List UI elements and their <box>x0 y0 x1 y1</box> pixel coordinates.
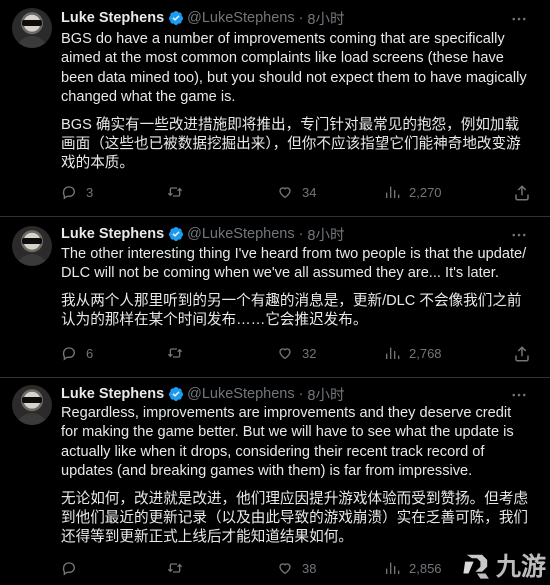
tweet-header: Luke Stephens @LukeStephens · 8小时 <box>61 224 345 244</box>
tweet-text-english: BGS do have a number of improvements com… <box>61 31 527 106</box>
verified-badge-icon <box>169 11 184 25</box>
reply-icon <box>62 347 75 361</box>
tweet-text-translation: BGS 确实有一些改进措施即将推出，专门针对最常见的抱怨，例如加载画面（这些也已… <box>61 116 521 172</box>
tweet-text-english: The other interesting thing I've heard f… <box>61 246 527 282</box>
more-options-icon[interactable] <box>510 226 528 244</box>
retweet-button[interactable] <box>167 345 192 361</box>
retweet-icon <box>167 187 183 197</box>
timestamp[interactable]: 8小时 <box>307 384 344 405</box>
tweet-text-english: Regardless, improvements are improvement… <box>61 405 514 480</box>
tweet-2[interactable]: Luke Stephens @LukeStephens · 8小时 The ot… <box>0 217 550 377</box>
author-handle[interactable]: @LukeStephens <box>187 386 294 402</box>
views-icon <box>386 347 400 359</box>
like-count: 38 <box>302 560 317 576</box>
more-options-icon[interactable] <box>510 10 528 28</box>
reply-icon <box>62 186 75 200</box>
share-icon[interactable] <box>513 345 531 363</box>
views-count: 2,856 <box>409 560 442 576</box>
views-icon <box>386 562 400 574</box>
tweet-header: Luke Stephens @LukeStephens · 8小时 <box>61 8 345 28</box>
timestamp[interactable]: 8小时 <box>307 8 344 29</box>
jiuyou-logo-icon <box>463 554 489 579</box>
avatar[interactable] <box>12 8 52 48</box>
reply-button[interactable]: 6 <box>61 345 93 361</box>
views-count: 2,270 <box>409 184 442 200</box>
tweet-header: Luke Stephens @LukeStephens · 8小时 <box>61 384 345 404</box>
retweet-icon <box>167 348 183 358</box>
like-count: 34 <box>302 184 317 200</box>
like-button[interactable]: 32 <box>277 345 316 361</box>
tweet-body: BGS do have a number of improvements com… <box>61 30 531 174</box>
retweet-button[interactable] <box>167 560 192 576</box>
tweet-actions: 3 34 2,270 <box>61 184 531 204</box>
heart-icon <box>279 563 291 575</box>
share-icon[interactable] <box>513 184 531 202</box>
separator: · <box>298 10 304 26</box>
tweet-body: The other interesting thing I've heard f… <box>61 245 531 331</box>
watermark-text: 九游 <box>496 552 547 581</box>
more-options-icon[interactable] <box>510 386 528 404</box>
heart-icon <box>279 187 291 199</box>
watermark: 九游 <box>460 545 550 585</box>
separator: · <box>298 386 304 402</box>
tweet-text-translation: 无论如何，改进就是改进，他们理应因提升游戏体验而受到赞扬。但考虑到他们最近的更新… <box>61 490 529 546</box>
like-button[interactable]: 38 <box>277 560 316 576</box>
like-button[interactable]: 34 <box>277 184 316 200</box>
views-icon <box>386 186 400 198</box>
verified-badge-icon <box>169 387 184 401</box>
separator: · <box>298 226 304 242</box>
author-handle[interactable]: @LukeStephens <box>187 10 294 26</box>
avatar[interactable] <box>12 226 52 266</box>
author-handle[interactable]: @LukeStephens <box>187 226 294 242</box>
reply-icon <box>62 562 75 576</box>
tweet-text-translation: 我从两个人那里听到的另一个有趣的消息是，更新/DLC 不会像我们之前认为的那样在… <box>61 292 522 329</box>
reply-count: 3 <box>86 184 94 200</box>
author-name[interactable]: Luke Stephens <box>61 10 164 26</box>
verified-badge-icon <box>169 227 184 241</box>
timestamp[interactable]: 8小时 <box>307 224 344 245</box>
tweet-body: Regardless, improvements are improvement… <box>61 404 531 548</box>
views-button[interactable]: 2,856 <box>384 560 442 576</box>
retweet-icon <box>167 563 183 573</box>
retweet-button[interactable] <box>167 184 192 200</box>
like-count: 32 <box>302 345 317 361</box>
tweet-1[interactable]: Luke Stephens @LukeStephens · 8小时 BGS do… <box>0 0 550 216</box>
avatar[interactable] <box>12 385 52 425</box>
reply-button[interactable] <box>61 560 86 576</box>
views-button[interactable]: 2,270 <box>384 184 442 200</box>
views-button[interactable]: 2,768 <box>384 345 442 361</box>
reply-count: 6 <box>86 345 94 361</box>
reply-button[interactable]: 3 <box>61 184 93 200</box>
views-count: 2,768 <box>409 345 442 361</box>
heart-icon <box>279 348 291 360</box>
author-name[interactable]: Luke Stephens <box>61 386 164 402</box>
tweet-actions: 6 32 2,768 <box>61 345 531 365</box>
author-name[interactable]: Luke Stephens <box>61 226 164 242</box>
